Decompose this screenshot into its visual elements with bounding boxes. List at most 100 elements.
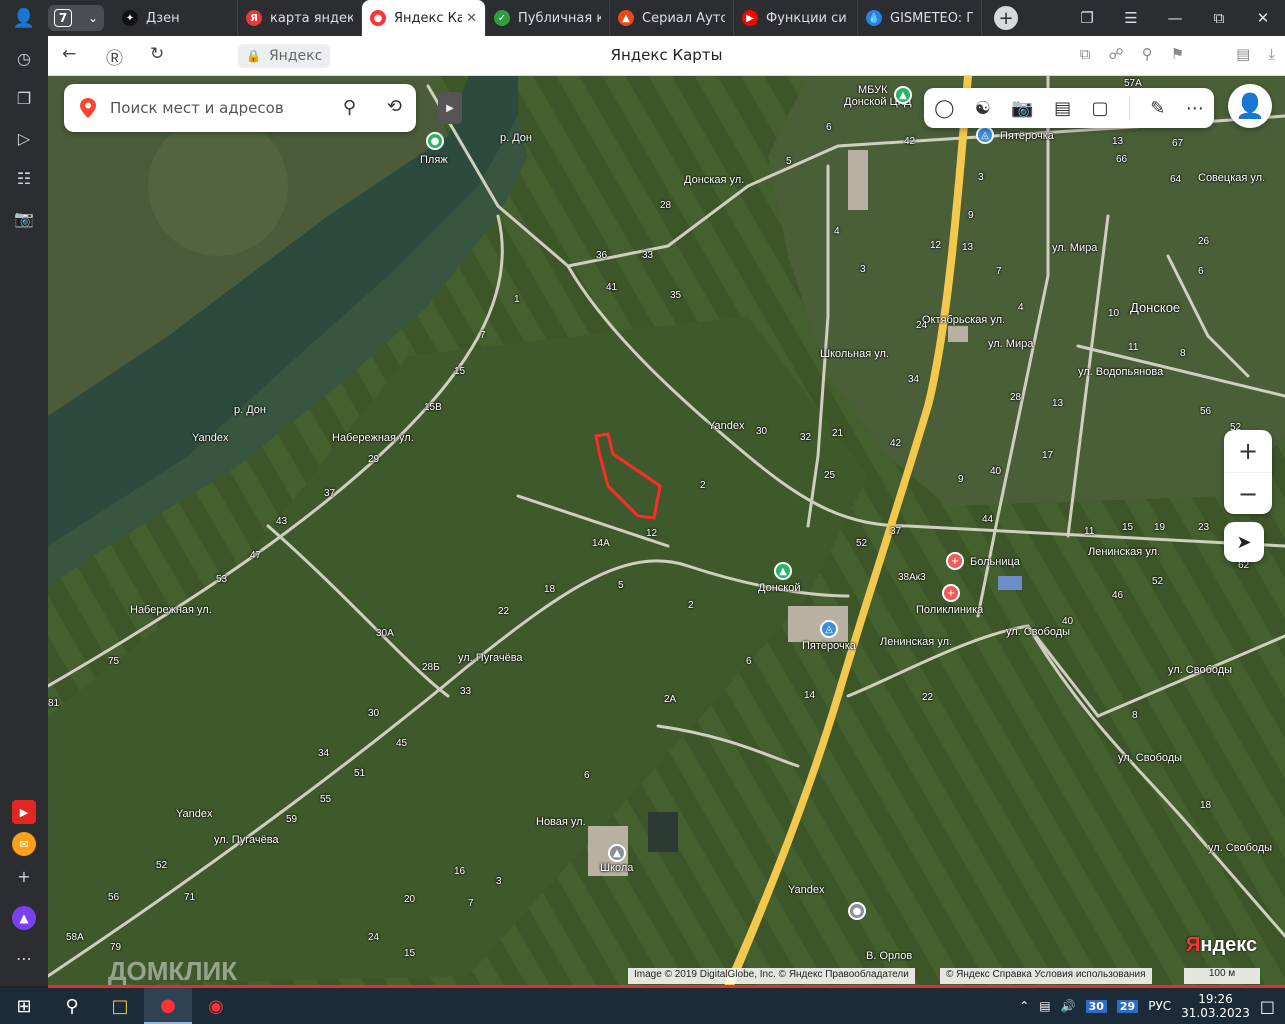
map-label[interactable]: Поликлиника — [916, 604, 983, 616]
menu-icon[interactable]: ☰ — [1109, 9, 1153, 27]
map-label[interactable]: Пятёрочка — [802, 640, 856, 652]
browser-tab[interactable]: ▶ Функции си — [734, 0, 858, 36]
culture-poi-icon[interactable]: ▲ — [774, 562, 792, 580]
map-label[interactable]: ул. Свободы — [1006, 626, 1070, 638]
yandex-browser-icon[interactable]: ● — [144, 988, 192, 1024]
collapse-panel-button[interactable]: ▶ — [438, 92, 462, 124]
shop-poi-icon[interactable]: ◬ — [976, 126, 994, 144]
location-icon[interactable]: ⚲ — [1142, 45, 1153, 63]
volume-icon[interactable]: 🔊 — [1061, 999, 1076, 1013]
protect-icon[interactable]: ☍ — [1109, 45, 1124, 63]
download-icon[interactable]: ⤓ — [1268, 45, 1275, 63]
map-label[interactable]: ул. Водопьянова — [1078, 366, 1163, 378]
mail-icon[interactable]: ✉ — [12, 832, 36, 856]
tray-badge-2[interactable]: 29 — [1116, 999, 1139, 1013]
map-label[interactable]: В. Орлов — [866, 950, 912, 962]
map-label[interactable]: ул. Мира — [988, 338, 1033, 350]
translate-icon[interactable]: ⧉ — [1080, 45, 1091, 63]
map-label[interactable]: Донское — [1130, 300, 1180, 315]
more-icon[interactable]: ⋯ — [12, 946, 36, 970]
map-label[interactable]: Октябрьская ул. — [922, 314, 1005, 326]
map-label[interactable]: Совецкая ул. — [1198, 172, 1265, 184]
map-label[interactable]: Школа — [600, 862, 633, 874]
map-label[interactable]: ул. Мира — [1052, 242, 1097, 254]
youtube-icon[interactable]: ▶ — [12, 800, 36, 824]
browser-tab[interactable]: Якарта яндекс — [238, 0, 362, 36]
search-input[interactable] — [110, 99, 320, 117]
bookmark-icon[interactable]: ⚑ — [1171, 45, 1184, 63]
close-tab-icon[interactable]: ✕ — [466, 11, 477, 26]
map-label[interactable]: Набережная ул. — [332, 432, 414, 444]
panorama-icon[interactable]: ☯ — [975, 98, 991, 119]
map-label[interactable]: ул. Свободы — [1168, 664, 1232, 676]
file-explorer-icon[interactable]: □ — [96, 988, 144, 1024]
browser-tab[interactable]: 💧 GISMETEO: П — [858, 0, 982, 36]
map-label[interactable]: р. Дон — [500, 132, 532, 144]
calendar-icon[interactable]: ☷ — [12, 166, 36, 190]
ruler-icon[interactable]: ✎ — [1150, 98, 1165, 119]
locate-me-button[interactable]: ➤ — [1224, 522, 1264, 562]
browser-tab[interactable]: ▲ Сериал Аутс — [610, 0, 734, 36]
close-window-button[interactable]: ✕ — [1241, 9, 1285, 27]
video-icon[interactable]: ▷ — [12, 126, 36, 150]
more-icon[interactable]: ⋯ — [1186, 98, 1204, 119]
browser-tab[interactable]: ✦ Дзен — [114, 0, 238, 36]
monument-poi-icon[interactable]: ● — [848, 902, 866, 920]
imagery-attribution[interactable]: Image © 2019 DigitalGlobe, Inc. © Яндекс… — [628, 968, 915, 984]
map-label[interactable]: Yandex — [176, 808, 213, 820]
map-label[interactable]: Больница — [970, 556, 1020, 568]
map-label[interactable]: Набережная ул. — [130, 604, 212, 616]
windows-start-icon[interactable]: ⊞ — [0, 988, 48, 1024]
map-label[interactable]: Новая ул. — [536, 816, 586, 828]
map-label[interactable]: Пляж — [420, 154, 448, 166]
transport-icon[interactable]: ▤ — [1054, 98, 1071, 119]
photo-icon[interactable]: 📷 — [1011, 98, 1033, 119]
chevron-up-icon[interactable]: ⌃ — [1019, 999, 1029, 1013]
alice-icon[interactable]: ▲ — [12, 906, 36, 930]
map-label[interactable]: Донской — [758, 582, 800, 594]
yandex-app-icon[interactable]: ◉ — [192, 988, 240, 1024]
network-icon[interactable]: ▤ — [1039, 999, 1050, 1013]
map-label[interactable]: Ленинская ул. — [1088, 546, 1160, 558]
new-tab-button[interactable]: + — [994, 6, 1018, 30]
reader-icon[interactable]: ▤ — [1236, 45, 1250, 63]
map-label[interactable]: Школьная ул. — [820, 348, 889, 360]
restore-button[interactable]: ⧉ — [1197, 9, 1241, 27]
map-canvas[interactable]: МБУК Донской ЦКД Пятёрочка Пляж р. Дон р. Дон… — [48, 76, 1285, 986]
map-label[interactable]: ул. Пугачёва — [458, 652, 523, 664]
language-indicator[interactable]: РУС — [1148, 999, 1171, 1013]
notifications-icon[interactable]: □ — [1260, 997, 1275, 1016]
browser-tab[interactable]: ✓ Публичная к — [486, 0, 610, 36]
minimize-button[interactable]: — — [1153, 9, 1197, 27]
footer-links[interactable]: © Яндекс Справка Условия использования — [940, 968, 1152, 984]
clock[interactable]: 19:26 31.03.2023 — [1181, 992, 1250, 1020]
route-icon[interactable]: ⟲ — [387, 96, 402, 117]
map-label[interactable]: Пятёрочка — [1000, 130, 1054, 142]
school-poi-icon[interactable]: ▲ — [608, 844, 626, 862]
map-label[interactable]: Донская ул. — [684, 174, 744, 186]
zoom-out-button[interactable]: − — [1224, 472, 1272, 514]
screenshot-icon[interactable]: 📷 — [12, 206, 36, 230]
tray-badge-1[interactable]: 30 — [1085, 999, 1107, 1013]
map-label[interactable]: Yandex — [192, 432, 229, 444]
map-type-icon[interactable]: ▢ — [1091, 98, 1108, 119]
collections-icon[interactable]: ❐ — [12, 86, 36, 110]
collections-icon[interactable]: ❐ — [1065, 9, 1109, 27]
map-label[interactable]: Ленинская ул. — [880, 636, 952, 648]
user-avatar[interactable]: 👤 — [1228, 84, 1272, 128]
map-label[interactable]: р. Дон — [234, 404, 266, 416]
map-label[interactable]: ул. Пугачёва — [214, 834, 279, 846]
profile-icon[interactable]: 👤 — [0, 0, 48, 36]
culture-center-poi-icon[interactable]: ▲ — [894, 86, 912, 104]
layers-icon[interactable]: ◯ — [934, 98, 954, 119]
beach-poi-icon[interactable]: ● — [426, 132, 444, 150]
shop-poi-icon[interactable]: ◬ — [820, 620, 838, 638]
map-label[interactable]: ул. Свободы — [1208, 842, 1272, 854]
tab-count-button[interactable]: 7 ⌄ — [48, 5, 104, 31]
map-label[interactable]: ул. Свободы — [1118, 752, 1182, 764]
search-icon[interactable]: ⚲ — [343, 97, 356, 118]
map-label[interactable]: Yandex — [708, 420, 745, 432]
zoom-in-button[interactable]: + — [1224, 430, 1272, 472]
hospital-poi-icon[interactable]: + — [946, 552, 964, 570]
history-icon[interactable]: ◷ — [12, 46, 36, 70]
